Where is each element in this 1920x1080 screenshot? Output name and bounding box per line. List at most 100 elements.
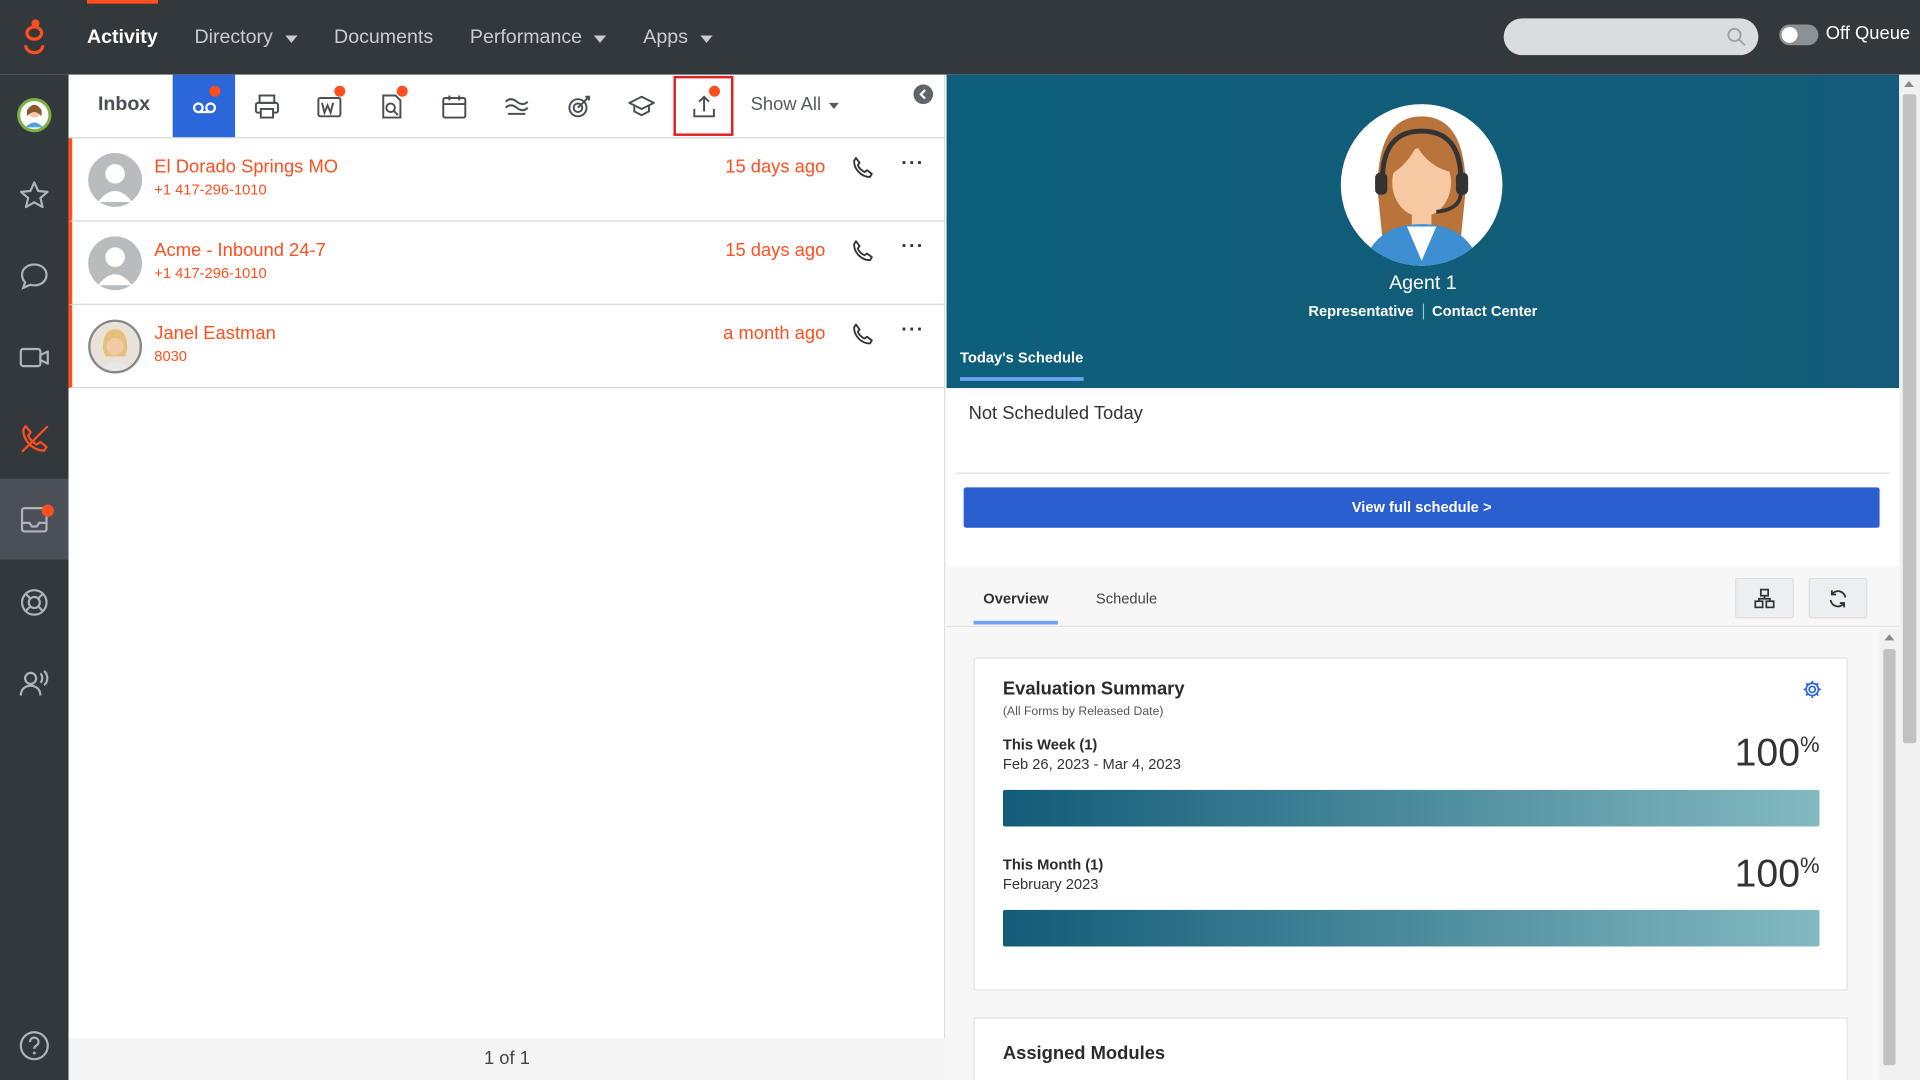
avatar bbox=[17, 97, 52, 133]
month-dates: February 2023 bbox=[1002, 875, 1099, 893]
refresh-button[interactable] bbox=[1808, 577, 1868, 619]
chevron-down-icon bbox=[594, 34, 607, 43]
show-all-label: Show All bbox=[750, 94, 822, 116]
week-progress-bar bbox=[1002, 789, 1820, 827]
nav-activity-label: Activity bbox=[86, 26, 158, 48]
chevron-down-icon bbox=[285, 34, 298, 43]
agent-role: Representative bbox=[1308, 302, 1414, 320]
row-timestamp: 15 days ago bbox=[725, 240, 826, 261]
nav-performance[interactable]: Performance bbox=[452, 0, 625, 75]
agent-headset-avatar bbox=[1362, 116, 1481, 266]
tab-overview[interactable]: Overview bbox=[973, 590, 1059, 625]
scroll-up-arrow[interactable] bbox=[1904, 80, 1914, 87]
review-filter-button[interactable] bbox=[360, 75, 422, 137]
inbox-row[interactable]: Acme - Inbound 24-7 +1 417-296-1010 15 d… bbox=[68, 221, 946, 305]
rail-people[interactable] bbox=[0, 643, 69, 724]
genesys-logo-icon[interactable] bbox=[17, 17, 51, 59]
contact-name[interactable]: El Dorado Springs MO bbox=[154, 157, 338, 178]
phone-icon[interactable] bbox=[851, 156, 875, 180]
assigned-modules-title: Assigned Modules bbox=[1002, 1043, 1166, 1065]
month-percentage-value: 100 bbox=[1734, 851, 1800, 896]
month-progress-fill bbox=[1002, 909, 1820, 947]
show-all-dropdown[interactable]: Show All bbox=[751, 94, 839, 115]
top-bar: Activity Directory Documents Performance… bbox=[0, 0, 1920, 75]
inbox-row[interactable]: Janel Eastman 8030 a month ago ··· bbox=[68, 304, 946, 389]
phone-icon[interactable] bbox=[851, 239, 875, 263]
inbox-panel: Inbox Show All El Dorado Springs MO +1 4… bbox=[68, 74, 946, 1080]
notification-badge bbox=[334, 85, 346, 97]
fax-filter-button[interactable] bbox=[235, 75, 297, 137]
evaluation-title: Evaluation Summary bbox=[1002, 678, 1185, 700]
contact-avatar bbox=[88, 236, 143, 291]
export-filter-button[interactable] bbox=[672, 75, 734, 137]
search-icon[interactable] bbox=[1727, 27, 1747, 47]
scroll-up-arrow[interactable] bbox=[1884, 634, 1895, 641]
phone-icon[interactable] bbox=[851, 322, 875, 346]
video-icon bbox=[19, 347, 49, 368]
schedule-card: Not Scheduled Today View full schedule > bbox=[946, 388, 1900, 566]
rail-favorites[interactable] bbox=[0, 156, 69, 237]
calendar-filter-button[interactable] bbox=[422, 75, 484, 137]
learning-filter-button[interactable] bbox=[610, 75, 672, 137]
tab-todays-schedule[interactable]: Today's Schedule bbox=[960, 349, 1084, 381]
contact-name[interactable]: Janel Eastman bbox=[154, 323, 276, 344]
inner-scrollbar[interactable] bbox=[1879, 629, 1900, 1080]
user-avatar-button[interactable] bbox=[0, 75, 69, 156]
nav-documents-label: Documents bbox=[334, 26, 434, 48]
inbox-row[interactable]: El Dorado Springs MO +1 417-296-1010 15 … bbox=[68, 138, 946, 222]
calendar-icon bbox=[441, 94, 466, 118]
contact-number: +1 417-296-1010 bbox=[154, 181, 267, 199]
rail-chat[interactable] bbox=[0, 236, 69, 317]
nav-documents[interactable]: Documents bbox=[316, 0, 452, 75]
scrollbar-thumb[interactable] bbox=[1883, 648, 1896, 1066]
evaluation-summary-card: Evaluation Summary (All Forms by Release… bbox=[973, 657, 1848, 991]
contact-name[interactable]: Acme - Inbound 24-7 bbox=[154, 240, 326, 261]
phone-off-icon bbox=[21, 425, 49, 453]
tab-schedule[interactable]: Schedule bbox=[1096, 590, 1157, 621]
person-placeholder-icon bbox=[97, 247, 133, 286]
caret-down-icon bbox=[828, 102, 839, 109]
hierarchy-button[interactable] bbox=[1735, 577, 1794, 619]
queue-toggle[interactable] bbox=[1779, 24, 1819, 46]
rail-help[interactable] bbox=[0, 1005, 69, 1080]
collapse-panel-button[interactable] bbox=[913, 84, 934, 105]
nav-activity[interactable]: Activity bbox=[69, 0, 177, 75]
rail-video[interactable] bbox=[0, 317, 69, 398]
people-speaking-icon bbox=[19, 670, 49, 696]
agent-dashboard: Agent 1 Representative Contact Center Tod… bbox=[946, 74, 1900, 1080]
star-icon bbox=[19, 181, 49, 209]
nav-apps[interactable]: Apps bbox=[625, 0, 731, 75]
chat-bubble-icon bbox=[20, 263, 48, 290]
gamification-icon bbox=[567, 95, 590, 117]
notification-badge bbox=[708, 85, 721, 97]
week-percentage: 100% bbox=[1735, 730, 1820, 775]
agent-name: Agent 1 bbox=[1389, 273, 1457, 294]
voicemail-filter-button[interactable] bbox=[172, 74, 236, 138]
view-full-schedule-button[interactable]: View full schedule > bbox=[963, 487, 1880, 528]
schedule-status: Not Scheduled Today bbox=[968, 402, 1143, 424]
workitem-filter-button[interactable] bbox=[298, 75, 360, 137]
rail-support[interactable] bbox=[0, 562, 69, 643]
more-options-icon[interactable]: ··· bbox=[901, 153, 924, 175]
nav-directory[interactable]: Directory bbox=[176, 0, 316, 75]
more-options-icon[interactable]: ··· bbox=[901, 236, 924, 258]
rail-inbox[interactable] bbox=[0, 478, 69, 560]
learning-icon bbox=[627, 95, 655, 116]
search-input[interactable] bbox=[1503, 18, 1759, 56]
pagination: 1 of 1 bbox=[68, 1038, 946, 1080]
more-options-icon[interactable]: ··· bbox=[901, 320, 924, 342]
gear-icon[interactable] bbox=[1802, 680, 1822, 700]
person-placeholder-icon bbox=[97, 164, 133, 203]
week-percentage-value: 100 bbox=[1734, 729, 1800, 774]
gamification-filter-button[interactable] bbox=[547, 75, 609, 137]
page-scrollbar[interactable] bbox=[1899, 74, 1920, 1080]
percent-symbol: % bbox=[1799, 853, 1820, 878]
transcript-filter-button[interactable] bbox=[485, 75, 547, 137]
help-question-icon bbox=[19, 1031, 49, 1061]
notification-badge bbox=[209, 85, 221, 97]
rail-phone[interactable] bbox=[0, 398, 69, 479]
transcript-icon bbox=[504, 97, 528, 115]
inbox-title: Inbox bbox=[97, 94, 151, 116]
nav-performance-label: Performance bbox=[469, 26, 583, 48]
scrollbar-thumb[interactable] bbox=[1902, 94, 1917, 744]
